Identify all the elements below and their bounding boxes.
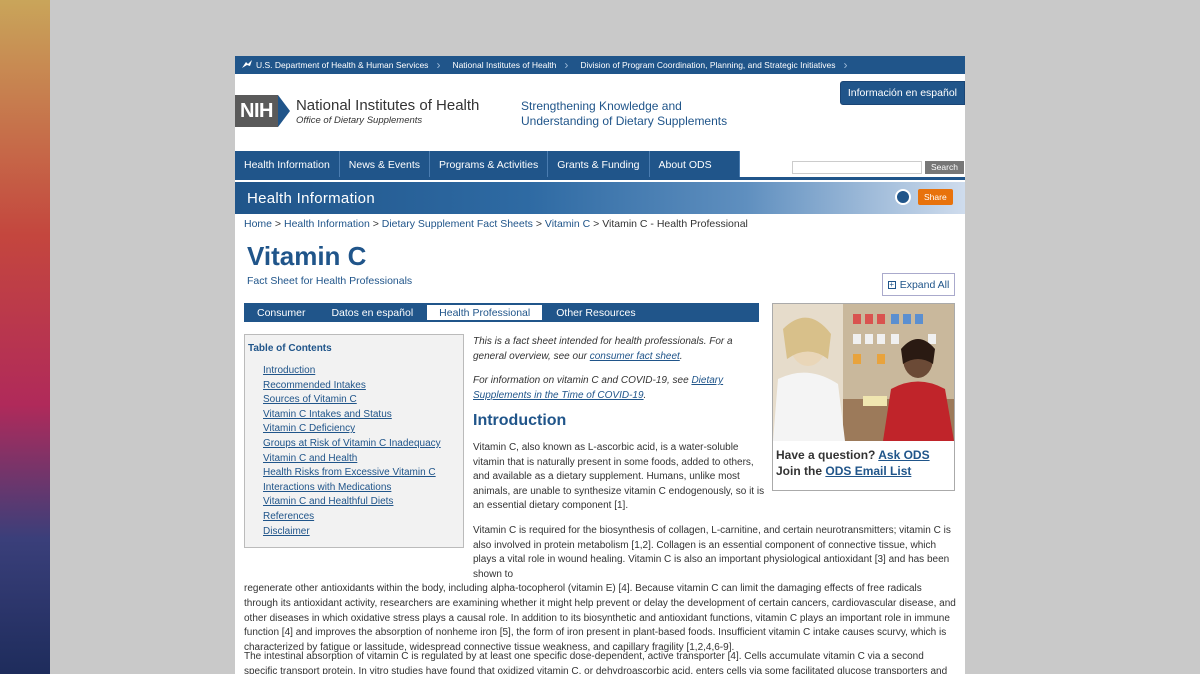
background-left-strip [0,0,50,674]
gov-link-hhs[interactable]: U.S. Department of Health & Human Servic… [237,56,448,74]
banner-title: Health Information [247,189,375,207]
nav-health-information[interactable]: Health Information [235,151,340,178]
professional-note: This is a fact sheet intended for health… [473,335,763,364]
tagline-line1: Strengthening Knowledge and [521,99,682,113]
tab-health-professional[interactable]: Health Professional [427,305,543,320]
ask-ods-caption: Have a question? Ask ODS Join the ODS Em… [773,441,954,485]
toc-item-deficiency[interactable]: Vitamin C Deficiency [263,422,460,437]
intro-paragraph-2-rest: regenerate other antioxidants within the… [244,583,956,653]
covid-note: For information on vitamin C and COVID-1… [473,374,763,403]
intro-paragraph-2-start: Vitamin C is required for the biosynthes… [473,525,951,580]
breadcrumb-vitamin-c[interactable]: Vitamin C [545,218,590,230]
covid-note-end: . [643,389,647,401]
gov-breadcrumb-bar: U.S. Department of Health & Human Servic… [235,56,965,74]
nav-underline [235,177,965,180]
ods-email-list-link[interactable]: ODS Email List [825,464,911,478]
breadcrumb-home[interactable]: Home [244,218,272,230]
toc-item-recommended-intakes[interactable]: Recommended Intakes [263,379,460,394]
toc-item-health[interactable]: Vitamin C and Health [263,452,460,467]
toc-item-health-risks[interactable]: Health Risks from Excessive Vitamin C [263,466,460,481]
share-button[interactable]: Share [918,189,953,205]
nih-logo-box: NIH [235,95,278,127]
chevron-right-icon: › [564,58,569,72]
toc-title: Table of Contents [248,343,332,354]
tagline-line2: Understanding of Dietary Supplements [521,114,728,128]
search-input[interactable] [792,161,922,174]
nih-org-name: National Institutes of Health [295,96,480,114]
fact-sheet-tabs: Consumer Datos en español Health Profess… [244,303,759,322]
page-subtitle: Fact Sheet for Health Professionals [247,275,413,287]
hhs-eagle-icon [242,60,252,68]
browser-page: U.S. Department of Health & Human Servic… [235,56,965,674]
chevron-right-icon: › [843,58,848,72]
page-title: Vitamin C [247,241,367,271]
gov-link-hhs-label: U.S. Department of Health & Human Servic… [256,60,429,70]
tab-datos-espanol[interactable]: Datos en español [319,303,425,322]
gov-link-nih-label: National Institutes of Health [452,60,557,70]
section-banner: Health Information Share [235,182,965,214]
toc-item-healthful-diets[interactable]: Vitamin C and Healthful Diets [263,495,460,510]
intro-paragraph-3: The intestinal absorption of vitamin C i… [244,651,948,674]
toc-item-references[interactable]: References [263,510,460,525]
toc-item-intakes-status[interactable]: Vitamin C Intakes and Status [263,408,460,423]
professional-note-end: . [679,350,683,362]
table-of-contents: Table of Contents Introduction Recommend… [244,334,464,548]
pharmacist-photo [773,304,954,441]
nav-news-events[interactable]: News & Events [339,151,430,178]
print-icon[interactable] [895,189,911,205]
have-question-text: Have a question? [776,448,876,462]
nav-about-ods[interactable]: About ODS [649,151,740,178]
pharmacy-scene-illustration [773,304,954,441]
intro-paragraph-2: Vitamin C is required for the biosynthes… [244,524,956,655]
join-text: Join the [776,464,823,478]
gov-link-nih[interactable]: National Institutes of Health › [448,56,576,74]
ods-office-name: Office of Dietary Supplements [295,114,423,126]
breadcrumb: Home > Health Information > Dietary Supp… [244,218,748,230]
intro-paragraph-1: Vitamin C, also known as L-ascorbic acid… [473,442,765,512]
nih-ods-logo[interactable]: NIH National Institutes of Health Office… [235,95,479,127]
introduction-heading: Introduction [473,412,567,429]
breadcrumb-fact-sheets[interactable]: Dietary Supplement Fact Sheets [382,218,533,230]
nih-logo-arrow [277,95,290,127]
consumer-fact-sheet-link[interactable]: consumer fact sheet [590,351,680,362]
chevron-right-icon: › [436,58,441,72]
plus-icon: + [887,279,896,289]
breadcrumb-health-information[interactable]: Health Information [284,218,370,230]
gov-link-dpcpsi[interactable]: Division of Program Coordination, Planni… [576,56,855,74]
tab-other-resources[interactable]: Other Resources [544,303,647,322]
covid-note-text: For information on vitamin C and COVID-1… [473,375,692,386]
toc-item-groups-at-risk[interactable]: Groups at Risk of Vitamin C Inadequacy [263,437,460,452]
tab-consumer[interactable]: Consumer [245,303,317,322]
toc-item-sources[interactable]: Sources of Vitamin C [263,393,460,408]
gov-link-dpcpsi-label: Division of Program Coordination, Planni… [580,60,836,70]
nav-grants-funding[interactable]: Grants & Funding [548,151,650,178]
expand-all-button[interactable]: + Expand All [882,273,955,296]
expand-all-label: Expand All [899,278,950,291]
toc-item-introduction[interactable]: Introduction [263,364,460,379]
site-tagline: Strengthening Knowledge and Understandin… [521,99,727,129]
site-header: NIH National Institutes of Health Office… [235,74,965,151]
main-nav: Health Information News & Events Program… [235,151,965,181]
nav-programs-activities[interactable]: Programs & Activities [430,151,549,178]
ask-ods-link[interactable]: Ask ODS [878,448,929,462]
breadcrumb-current: Vitamin C - Health Professional [602,218,748,230]
toc-item-interactions[interactable]: Interactions with Medications [263,481,460,496]
search-button[interactable]: Search [925,161,964,174]
espanol-button[interactable]: Información en español [839,81,965,105]
ask-ods-card: Have a question? Ask ODS Join the ODS Em… [772,303,955,491]
